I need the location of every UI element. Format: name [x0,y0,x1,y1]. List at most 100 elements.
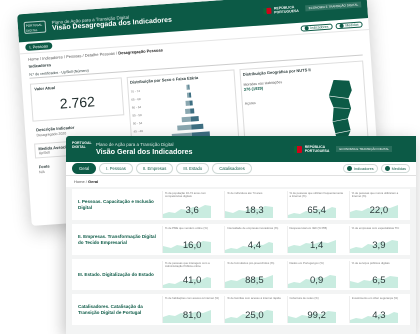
metric-card[interactable]: Cobertura de redes (%) 99,2 [286,296,346,323]
medidas-toggle[interactable]: Medidas [335,20,363,29]
current-value-label: Valor Atual [34,85,56,92]
metric-value: 99,2 [307,310,326,321]
pillar-title[interactable]: I. Pessoas. Capacitação e Inclusão Digit… [72,189,162,220]
pillar-title[interactable]: II. Empresas. Transformação Digital do T… [72,224,162,255]
indicadores-toggle-label: Indicadores [354,166,374,171]
metric-label: % de habitações com acesso à Internet (%… [165,296,220,300]
tab-pessoas[interactable]: I. Pessoas [99,163,133,174]
screenshot-stage: PORTUGAL DIGITAL Plano de Ação para a Tr… [0,0,420,334]
metric-card[interactable]: % de pessoas que utilizam frequentemente… [286,191,346,218]
metric-cards: % da população 16-74 anos com competênci… [162,189,410,220]
metric-card[interactable]: % de formulários pré-preenchidos (%) 88,5 [224,261,284,288]
metric-label: % de pessoas que interagem com a Adminis… [165,261,210,269]
ministry-badge: ECONOMIA E TRANSIÇÃO DIGITAL [305,1,362,12]
metric-label: % da população 16-74 anos com competênci… [165,191,206,199]
metric-label: % de empresas com especialistas TIC [351,226,400,230]
breadcrumb: Home / Geral [66,176,416,187]
metric-card[interactable]: % de habitações com acesso à Internet (%… [162,296,222,323]
tab-geral[interactable]: Geral [72,163,97,174]
pyramid-age-label: 70 - 74 [130,88,141,94]
metric-value: 16,0 [182,240,202,251]
current-value: 2.762 [59,93,96,112]
metric-label: % de indivíduos até 74 anos [227,191,263,195]
government-brand: REPÚBLICA PORTUGUESA ECONOMIA E TRANSIÇÃO… [293,145,392,153]
ministry-badge: ECONOMIA E TRANSIÇÃO DIGITAL [336,146,392,152]
overview-dashboard-window: PORTUGAL DIGITAL Plano de Ação para a Tr… [66,136,416,334]
republic-flag-icon [293,145,302,153]
metric-value: 41,0 [182,275,202,286]
metric-card[interactable]: % de empresas com especialistas TIC 3,9 [348,226,408,253]
metric-label: Intensidade de empresas inovadoras (%) [227,226,279,230]
pyramid-bar-female[interactable] [191,123,204,130]
pyramid-bar-female[interactable] [189,100,193,106]
metric-label: % de formulários pré-preenchidos (%) [227,261,275,265]
metric-value: 0,9 [310,275,324,286]
app-header: PORTUGAL DIGITAL Plano de Ação para a Tr… [66,136,416,162]
metric-value: 81,0 [182,310,202,321]
metric-label: Investimento em ciber segurança (%) [351,296,399,300]
metric-card[interactable]: Despesa total em I&D (% PIB) 1,4 [286,226,346,253]
pyramid-bar-female[interactable] [188,92,192,98]
toggle-dot-icon [304,25,309,30]
pyramid-bar-female[interactable] [190,108,195,114]
pyramid-bar-female[interactable] [190,116,199,122]
metric-card[interactable]: % de pessoas que interagem com a Adminis… [162,261,222,288]
metric-card[interactable]: Dados em Portugal.gov (%) 0,9 [286,261,346,288]
back-to-pessoas-button[interactable]: I. Pessoas [25,42,53,51]
metric-label: % de PME que vendem online (%) [165,226,208,230]
medidas-toggle[interactable]: Medidas [380,164,410,173]
metric-cards: % de PME que vendem online (%) 16,0 Intens… [162,224,410,255]
indicator-row: II. Empresas. Transformação Digital do T… [72,224,410,255]
metric-value: 65,4 [307,205,326,216]
pillar-title[interactable]: Catalisadores. Catalisação da Transição … [72,294,162,325]
indicator-row: III. Estado. Digitalização do Estado% de… [72,259,410,290]
tab-estado[interactable]: III. Estado [176,163,210,174]
metric-card[interactable]: Intensidade de empresas inovadoras (%) 4,… [224,226,284,253]
pyramid-bar-female[interactable] [188,84,191,90]
pyramid-bar-male[interactable] [181,116,191,123]
metric-card[interactable]: % de PME que vendem online (%) 16,0 [162,226,222,253]
current-value-card: Valor Atual 2.762 [29,77,125,122]
pillar-title[interactable]: III. Estado. Digitalização do Estado [72,259,162,290]
pyramid-age-label: 55 - 59 [132,112,142,118]
metric-label: Despesa total em I&D (% PIB) [289,226,328,230]
metric-value: 88,5 [245,275,264,286]
indicator-row: Catalisadores. Catalisação da Transição … [72,294,410,325]
pyramid-bar-male[interactable] [177,124,192,131]
metric-value: 22,0 [369,205,389,216]
republic-flag-icon [262,7,272,15]
metric-card[interactable]: % de famílias com acesso à internet rápi… [224,296,284,323]
indicadores-toggle[interactable]: Indicadores [343,164,378,173]
metric-value: 3,6 [185,205,199,216]
metric-value: 6,5 [372,275,386,286]
indicadores-toggle[interactable]: Indicadores [300,23,333,32]
metric-label: % de pessoas que nunca utilizaram a Inte… [351,191,399,199]
metric-card[interactable]: % de indivíduos até 74 anos 18,3 [224,191,284,218]
medidas-toggle-label: Medidas [345,22,359,28]
breadcrumb-path[interactable]: Home / [74,179,88,184]
metric-label: % de famílias com acesso à internet rápi… [227,296,281,300]
metric-card[interactable]: Investimento em ciber segurança (%) 4,3 [348,296,408,323]
pyramid-age-label: 60 - 64 [131,104,142,110]
breadcrumb-current: Geral [88,179,99,184]
pyramid-age-label: 45 - 49 [133,128,143,134]
tab-catalisadores[interactable]: Catalisadores [212,163,252,174]
pyramid-age-label: 65 - 69 [131,96,141,102]
app-supertitle: Plano de Ação para a Transição Digital [96,142,174,147]
metric-value: 18,3 [245,205,264,216]
metric-label: Dados em Portugal.gov (%) [289,261,324,265]
metric-value: 3,9 [372,240,386,251]
metric-card[interactable]: % de pessoas que nunca utilizaram a Inte… [348,191,408,218]
metric-label: % de serviços públicos digitais [351,261,390,265]
metric-cards: % de habitações com acesso à Internet (%… [162,294,410,325]
toggle-dot-icon [347,166,352,171]
metric-card[interactable]: % de serviços públicos digitais 6,5 [348,261,408,288]
portugal-digital-logo: PORTUGAL DIGITAL [23,20,47,34]
tab-empresas[interactable]: II. Empresas [135,163,174,174]
metric-value: 4,4 [247,240,261,251]
indicator-rows: I. Pessoas. Capacitação e Inclusão Digit… [66,187,416,325]
gov-line-2: PORTUGUESA [304,149,330,153]
metric-value: 1,4 [310,240,324,251]
metric-card[interactable]: % da população 16-74 anos com competênci… [162,191,222,218]
metric-value: 25,0 [245,310,264,321]
